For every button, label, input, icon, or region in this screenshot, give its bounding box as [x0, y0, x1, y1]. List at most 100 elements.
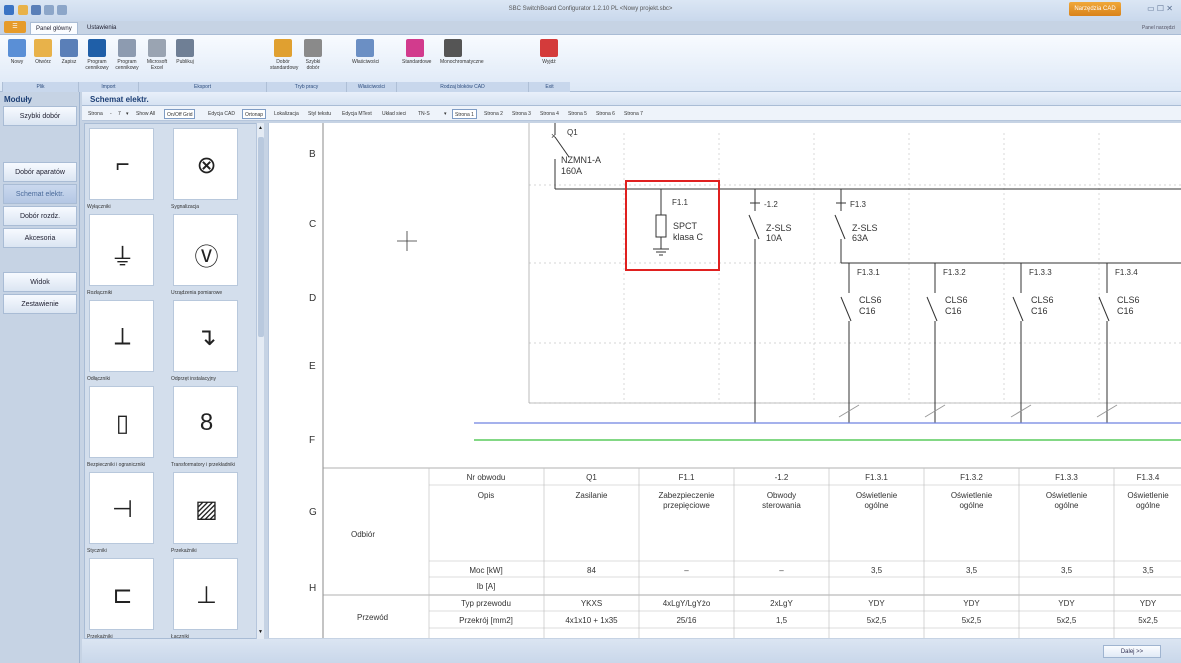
ribbon-button-quick-selection[interactable]: Szybki dobór — [300, 39, 326, 71]
cell-przekroj: 1,5 — [776, 616, 788, 625]
group-plik: Plik — [2, 82, 78, 92]
cell-opis: Oświetlenie ogólne — [856, 491, 898, 510]
ribbon-button-label: Szybki dobór — [305, 59, 321, 71]
sidebar-item-schemat[interactable]: Schemat elektr. — [3, 184, 77, 204]
pages-arrow[interactable]: ▾ — [442, 109, 449, 119]
ribbon-button-label: Nowy — [10, 59, 24, 65]
palette-item[interactable]: ↴ — [173, 300, 238, 372]
ribbon-button-etn-grey[interactable]: Program cennikowy — [114, 39, 140, 71]
cell-nr: -1.2 — [775, 473, 789, 482]
row-header: Ib [A] — [477, 582, 496, 591]
ribbon-button-color-blocks[interactable]: Standardowe — [402, 39, 431, 65]
cell-nr: F1.3.3 — [1055, 473, 1078, 482]
cell-nr: F1.1 — [678, 473, 695, 482]
group-tryb-pracy: Tryb pracy — [266, 82, 346, 92]
network-select[interactable]: TN-S — [416, 109, 432, 119]
scroll-down-icon[interactable]: ▼ — [258, 629, 264, 637]
tab-panel-glowny[interactable]: Panel główny — [30, 22, 78, 34]
palette-item[interactable]: ⊏ — [89, 558, 154, 630]
palette-item-label: Bezpieczniki i ograniczniki — [87, 462, 146, 468]
symbol-icon: ⊏ — [112, 582, 133, 609]
ribbon-button-printer[interactable]: Publikuj — [172, 39, 198, 65]
palette-item[interactable]: ⏚ — [89, 214, 154, 286]
symbol-icon: 8 — [199, 409, 214, 436]
sidebar-item-akcesoria[interactable]: Akcesoria — [3, 228, 77, 248]
palette-item[interactable]: Ⓥ — [173, 214, 238, 286]
tab-strona-5[interactable]: Strona 5 — [566, 109, 589, 119]
ribbon-button-exit[interactable]: Wyjdź — [536, 39, 562, 65]
sub-label: F1.3.2 — [943, 268, 966, 277]
schematic-toolbar: Strona - 7 ▾ Show All On/Off Grid Edycja… — [82, 106, 1181, 121]
schematic-canvas[interactable]: B C D E F G H × Q1 NZMN1-A 160A F1.1 SPCT klas… — [268, 123, 1181, 638]
tab-strona-1[interactable]: Strona 1 — [452, 109, 477, 119]
tab-strona-7[interactable]: Strona 7 — [622, 109, 645, 119]
cell-opis: Oświetlenie ogólne — [1127, 491, 1169, 510]
sidebar-item-szybki-dobor[interactable]: Szybki dobór — [3, 106, 77, 126]
cell-typ: 2xLgY — [770, 599, 793, 608]
mtext-edit-button[interactable]: Edycja MText — [340, 109, 374, 119]
ribbon-button-new-file[interactable]: Nowy — [4, 39, 30, 65]
grid-toggle-button[interactable]: On/Off Grid — [164, 109, 196, 119]
schematic-drawing[interactable]: B C D E F G H × Q1 NZMN1-A 160A F1.1 SPCT klas… — [269, 123, 1181, 638]
ribbon-button-excel[interactable]: Microsoft Excel — [144, 39, 170, 71]
palette-item[interactable]: ▯ — [89, 386, 154, 458]
cell-opis: Zasilanie — [575, 491, 608, 500]
ribbon-button-label: Program cennikowy — [115, 59, 139, 71]
cell-nr: F1.3.2 — [960, 473, 983, 482]
tab-strona-2[interactable]: Strona 2 — [482, 109, 505, 119]
palette-item[interactable]: ⊗ — [173, 128, 238, 200]
ribbon-button-mono-blocks[interactable]: Monochromatyczne — [440, 39, 484, 65]
tab-strona-4[interactable]: Strona 4 — [538, 109, 561, 119]
scroll-up-icon[interactable]: ▲ — [258, 125, 264, 133]
sub-rating: C16 — [859, 306, 876, 316]
cell-moc: 3,5 — [871, 566, 883, 575]
palette-item[interactable]: 8 — [173, 386, 238, 458]
palette-item[interactable]: ▨ — [173, 472, 238, 544]
symbol-icon: ↴ — [196, 324, 217, 351]
ribbon-button-label: Dobór standardowy — [270, 59, 299, 71]
scroll-thumb[interactable] — [258, 137, 264, 337]
ribbon-button-standard-selection[interactable]: Dobór standardowy — [270, 39, 299, 71]
color-blocks-icon — [406, 39, 424, 57]
page-select[interactable]: 7 — [116, 109, 123, 119]
ortho-button[interactable]: Ortonap — [242, 109, 267, 119]
show-all-button[interactable]: Show All — [134, 109, 157, 119]
ribbon-button-properties[interactable]: Właściwości — [352, 39, 379, 65]
palette-item[interactable]: ⟂ — [89, 300, 154, 372]
cell-przekroj: 5x2,5 — [867, 616, 887, 625]
ribbon: Nowy Otwórz Zapisz Program cennikowy Program… — [0, 34, 1181, 92]
sidebar-item-dobor-rozdz[interactable]: Dobór rozdz. — [3, 206, 77, 226]
tab-strona-3[interactable]: Strona 3 — [510, 109, 533, 119]
ribbon-button-etn[interactable]: Program cennikowy — [84, 39, 110, 71]
content-title: Schemat elektr. — [90, 95, 149, 104]
ribbon-button-open-folder[interactable]: Otwórz — [30, 39, 56, 65]
cad-tools-button[interactable]: Narzędzia CAD — [1069, 2, 1121, 16]
sub-rating: C16 — [1117, 306, 1134, 316]
app-menu-button[interactable]: ☰ — [4, 21, 26, 33]
excel-icon — [148, 39, 166, 57]
palette-item-label: Transformatory i przekładniki — [171, 462, 236, 468]
sidebar-item-dobor-aparatow[interactable]: Dobór aparatów — [3, 162, 77, 182]
text-style-button[interactable]: Styl tekstu — [306, 109, 333, 119]
q1-rating: 160A — [561, 166, 582, 176]
tab-ustawienia[interactable]: Ustawienia — [82, 22, 121, 34]
page-select-arrow-left[interactable]: - — [108, 109, 114, 119]
location-button[interactable]: Lokalizacja — [272, 109, 301, 119]
window-controls[interactable]: ▭ ☐ ✕ — [1147, 4, 1173, 13]
sidebar-item-zestawienie[interactable]: Zestawienie — [3, 294, 77, 314]
next-button[interactable]: Dalej >> — [1103, 645, 1161, 658]
palette-item[interactable]: ⌐ — [89, 128, 154, 200]
sidebar-item-widok[interactable]: Widok — [3, 272, 77, 292]
f11-class: klasa C — [673, 232, 704, 242]
cad-edit-button[interactable]: Edycja CAD — [206, 109, 237, 119]
new-file-icon — [8, 39, 26, 57]
ribbon-button-label: Wyjdź — [542, 59, 556, 65]
palette-item[interactable]: ⊣ — [89, 472, 154, 544]
chevron-down-icon[interactable]: ▾ — [124, 109, 131, 119]
tab-strona-6[interactable]: Strona 6 — [594, 109, 617, 119]
ribbon-button-label: Publikuj — [176, 59, 194, 65]
palette-item[interactable]: ⊥ — [173, 558, 238, 630]
palette-scrollbar[interactable]: ▲ ▼ — [256, 123, 264, 639]
ribbon-button-save[interactable]: Zapisz — [56, 39, 82, 65]
row-header: Moc [kW] — [469, 566, 502, 575]
